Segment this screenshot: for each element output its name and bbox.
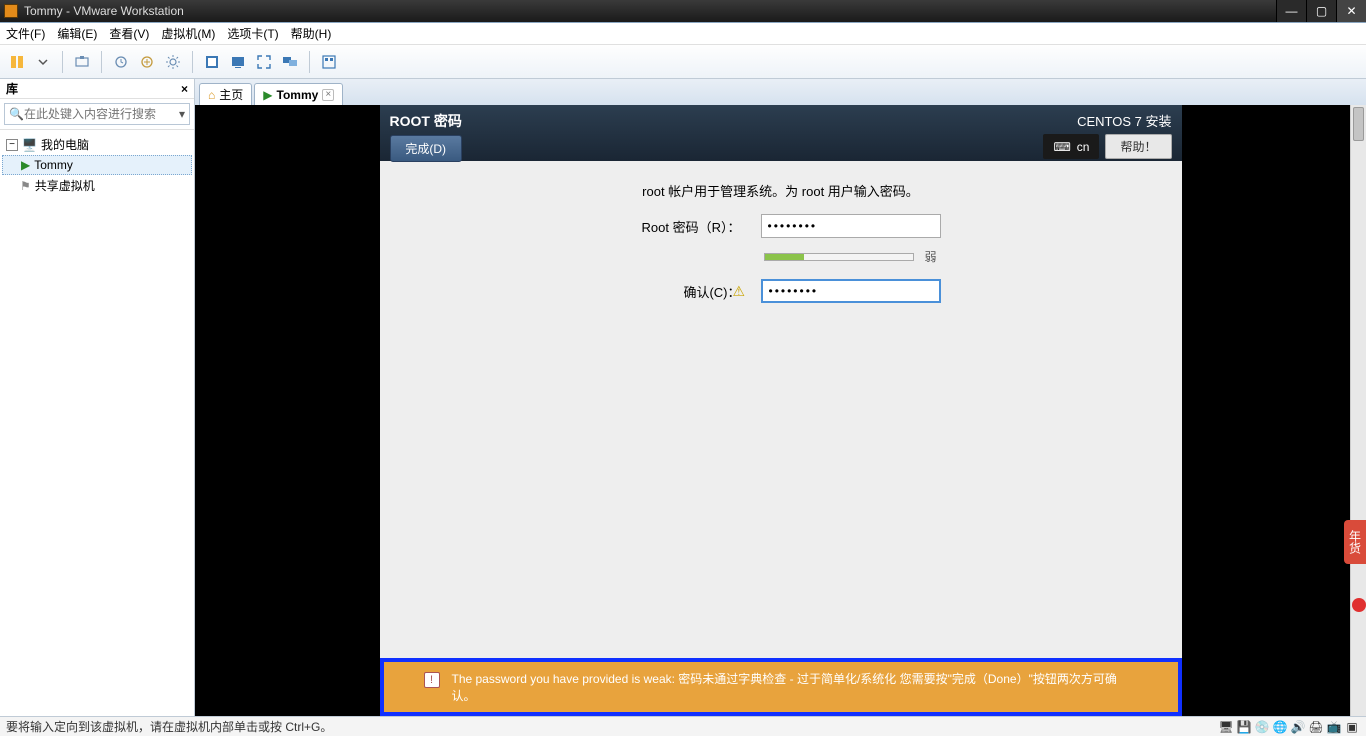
home-icon: ⌂	[208, 88, 215, 102]
separator	[309, 51, 310, 73]
computer-icon: 🖥️	[22, 138, 37, 152]
centos-installer: ROOT 密码 完成(D) CENTOS 7 安装 ⌨ cn 帮助！	[380, 105, 1182, 716]
warning-icon: ⚠	[733, 283, 935, 300]
instruction-text: root 帐户用于管理系统。为 root 用户输入密码。	[642, 181, 919, 200]
library-title: 库	[6, 80, 181, 97]
console-button[interactable]	[227, 51, 249, 73]
library-sidebar: 库 × 🔍 ▾ − 🖥️ 我的电脑 ▶ Tommy	[0, 79, 195, 716]
status-message: 要将输入定向到该虚拟机，请在虚拟机内部单击或按 Ctrl+G。	[6, 718, 332, 735]
library-search[interactable]: 🔍 ▾	[4, 103, 190, 125]
vm-run-icon: ▶	[263, 88, 272, 102]
revert-button[interactable]	[110, 51, 132, 73]
thumbnail-button[interactable]	[318, 51, 340, 73]
device-icon[interactable]: 💿	[1254, 719, 1270, 735]
app-icon	[4, 4, 18, 18]
tree-label: 共享虚拟机	[35, 177, 95, 194]
tab-home[interactable]: ⌂ 主页	[199, 83, 252, 105]
separator	[101, 51, 102, 73]
tree-label: Tommy	[34, 158, 73, 172]
device-icon[interactable]: 🔊	[1290, 719, 1306, 735]
settings-button[interactable]	[162, 51, 184, 73]
search-dropdown-icon[interactable]: ▾	[179, 107, 185, 121]
search-icon: 🔍	[9, 107, 24, 121]
device-icon[interactable]: ▣	[1344, 719, 1360, 735]
unity-button[interactable]	[201, 51, 223, 73]
device-icon[interactable]: 🖥	[1218, 719, 1234, 735]
menu-help[interactable]: 帮助(H)	[291, 25, 332, 42]
fullscreen-button[interactable]	[253, 51, 275, 73]
search-input[interactable]	[24, 107, 179, 121]
device-icon[interactable]: 🖨	[1308, 719, 1324, 735]
tab-bar: ⌂ 主页 ▶ Tommy ×	[195, 79, 1366, 105]
snapshot-mgr-button[interactable]	[136, 51, 158, 73]
done-button[interactable]: 完成(D)	[390, 135, 462, 162]
distro-label: CENTOS 7 安装	[1077, 111, 1171, 130]
root-password-input[interactable]	[761, 214, 941, 238]
page-title: ROOT 密码	[390, 111, 462, 131]
separator	[62, 51, 63, 73]
power-on-button[interactable]	[6, 51, 28, 73]
root-password-label: Root 密码（R）：	[621, 217, 741, 236]
multimonitor-button[interactable]	[279, 51, 301, 73]
menu-vm[interactable]: 虚拟机(M)	[161, 25, 215, 42]
menu-file[interactable]: 文件(F)	[6, 25, 45, 42]
tab-close-icon[interactable]: ×	[322, 89, 334, 101]
confirm-password-label: 确认(C)：	[621, 282, 741, 301]
separator	[192, 51, 193, 73]
library-close-icon[interactable]: ×	[181, 82, 188, 96]
minimize-button[interactable]: —	[1276, 0, 1306, 22]
library-tree: − 🖥️ 我的电脑 ▶ Tommy ⚑ 共享虚拟机	[0, 130, 194, 716]
menu-tabs[interactable]: 选项卡(T)	[227, 25, 278, 42]
strength-label: 弱	[924, 248, 936, 265]
help-button[interactable]: 帮助！	[1105, 134, 1171, 159]
collapse-icon[interactable]: −	[6, 139, 18, 151]
power-dropdown[interactable]	[32, 51, 54, 73]
tab-tommy[interactable]: ▶ Tommy ×	[254, 83, 343, 105]
menu-edit[interactable]: 编辑(E)	[57, 25, 97, 42]
vm-scrollbar[interactable]	[1350, 105, 1366, 716]
device-icon[interactable]: 💾	[1236, 719, 1252, 735]
vm-viewport[interactable]: ROOT 密码 完成(D) CENTOS 7 安装 ⌨ cn 帮助！	[195, 105, 1366, 716]
promo-widget[interactable]: 年货	[1344, 520, 1366, 564]
maximize-button[interactable]: ▢	[1306, 0, 1336, 22]
kbd-layout: cn	[1077, 140, 1090, 154]
vm-icon: ▶	[21, 158, 30, 172]
tree-label: 我的电脑	[41, 136, 89, 153]
toolbar	[0, 45, 1366, 79]
device-icon[interactable]: 📺	[1326, 719, 1342, 735]
tree-root-mycomputer[interactable]: − 🖥️ 我的电脑	[2, 134, 192, 155]
tree-item-tommy[interactable]: ▶ Tommy	[2, 155, 192, 175]
tab-label: Tommy	[277, 88, 319, 102]
keyboard-icon: ⌨	[1053, 140, 1070, 154]
snapshot-button[interactable]	[71, 51, 93, 73]
window-titlebar: Tommy - VMware Workstation — ▢ ✕	[0, 0, 1366, 22]
warning-text: The password you have provided is weak: …	[452, 670, 1138, 704]
keyboard-indicator[interactable]: ⌨ cn	[1043, 134, 1099, 159]
status-bar: 要将输入定向到该虚拟机，请在虚拟机内部单击或按 Ctrl+G。 🖥 💾 💿 🌐 …	[0, 716, 1366, 736]
menu-view[interactable]: 查看(V)	[109, 25, 149, 42]
menubar: 文件(F) 编辑(E) 查看(V) 虚拟机(M) 选项卡(T) 帮助(H)	[0, 23, 1366, 45]
strength-meter	[764, 253, 914, 261]
alert-icon: !	[424, 672, 440, 688]
tree-item-shared[interactable]: ⚑ 共享虚拟机	[2, 175, 192, 196]
warning-bar: ! The password you have provided is weak…	[380, 658, 1182, 716]
close-button[interactable]: ✕	[1336, 0, 1366, 22]
tab-label: 主页	[219, 86, 243, 103]
shared-icon: ⚑	[20, 179, 31, 193]
notification-bubble[interactable]	[1352, 598, 1366, 612]
window-title: Tommy - VMware Workstation	[24, 4, 1276, 18]
device-icon[interactable]: 🌐	[1272, 719, 1288, 735]
